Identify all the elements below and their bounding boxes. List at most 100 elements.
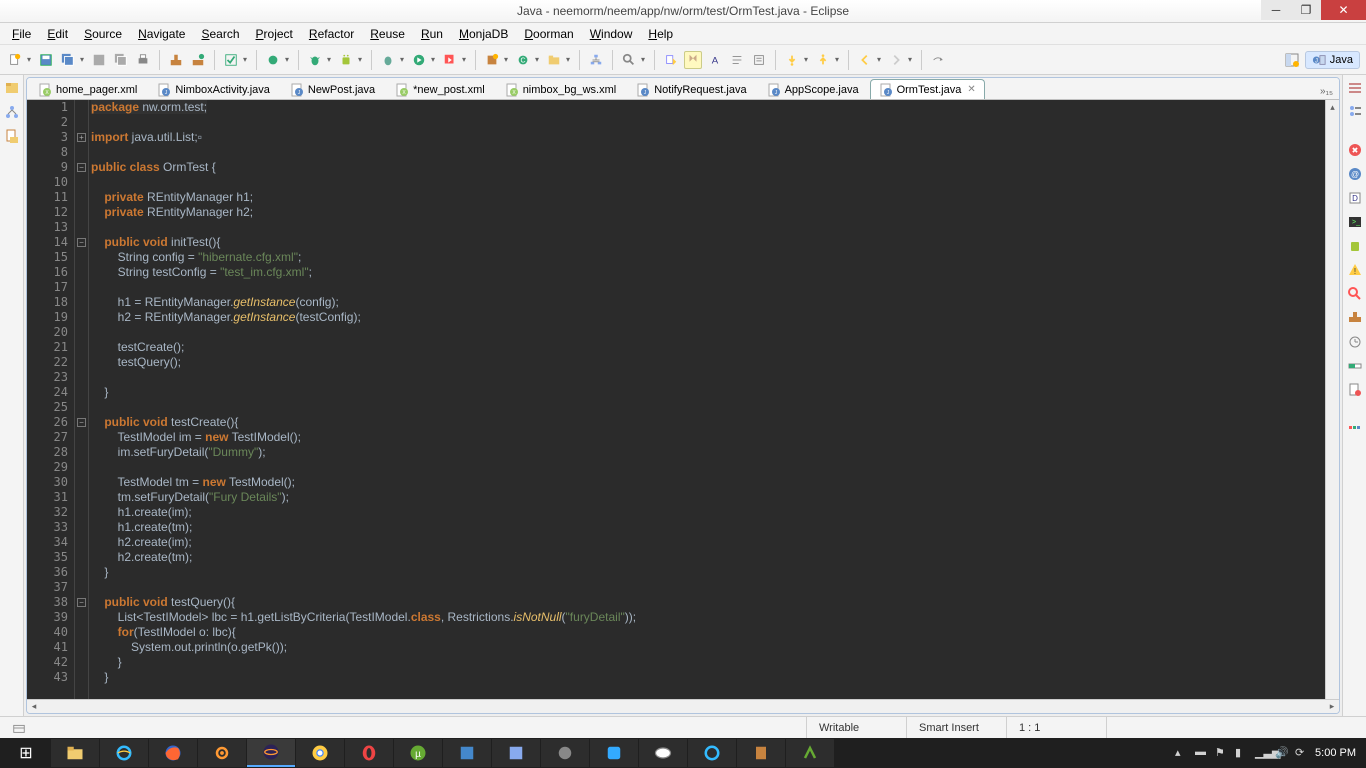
dropdown-icon[interactable]: ▾ [78,51,86,69]
task-app5[interactable] [639,739,687,767]
task-settings[interactable] [198,739,246,767]
a-icon[interactable]: A [706,51,724,69]
new-package-icon[interactable] [483,51,501,69]
dropdown-icon[interactable]: ▾ [564,51,572,69]
paragraph-block-icon[interactable] [750,51,768,69]
editor-tab[interactable]: JAppScope.java [758,79,868,99]
menu-doorman[interactable]: Doorman [516,25,581,43]
dropdown-icon[interactable]: ▾ [325,51,333,69]
save-icon[interactable] [37,51,55,69]
next-annotation-icon[interactable] [783,51,801,69]
menu-help[interactable]: Help [640,25,681,43]
file-explorer-icon[interactable] [3,127,21,145]
task-app2[interactable] [492,739,540,767]
editor-tab[interactable]: JNimboxActivity.java [148,79,279,99]
save-all-icon[interactable] [59,51,77,69]
fold-toggle-icon[interactable]: + [77,133,86,142]
task-list-icon[interactable] [1346,79,1364,97]
new-connection-icon[interactable] [264,51,282,69]
menu-source[interactable]: Source [76,25,130,43]
editor-tab[interactable]: JOrmTest.java✕ [870,79,985,99]
declaration-icon[interactable]: D [1346,189,1364,207]
tab-overflow-indicator[interactable]: »₁₅ [1314,84,1339,99]
hierarchy-icon[interactable] [3,103,21,121]
task-opera[interactable] [345,739,393,767]
dropdown-icon[interactable]: ▾ [398,51,406,69]
dropdown-icon[interactable]: ▾ [356,51,364,69]
palette-icon[interactable] [1346,419,1364,437]
menu-refactor[interactable]: Refactor [301,25,362,43]
dropdown-icon[interactable]: ▾ [875,51,883,69]
debug-run-icon[interactable] [379,51,397,69]
last-edit-icon[interactable] [929,51,947,69]
fold-toggle-icon[interactable]: − [77,598,86,607]
search-view-icon[interactable] [1346,285,1364,303]
show-views-button[interactable] [0,717,38,738]
dropdown-icon[interactable]: ▾ [25,51,33,69]
restore-button[interactable]: ❐ [1291,0,1321,20]
menu-window[interactable]: Window [582,25,641,43]
menu-run[interactable]: Run [413,25,451,43]
menu-navigate[interactable]: Navigate [130,25,193,43]
fold-toggle-icon[interactable]: − [77,163,86,172]
close-button[interactable]: ✕ [1321,0,1366,20]
menu-file[interactable]: File [4,25,39,43]
tray-wifi-icon[interactable]: ▮ [1235,746,1249,760]
search-icon[interactable] [620,51,638,69]
dropdown-icon[interactable]: ▾ [241,51,249,69]
package-explorer-icon[interactable] [3,79,21,97]
debug-icon[interactable] [306,51,324,69]
task-explorer[interactable] [51,739,99,767]
problems-icon[interactable]: ✖ [1346,141,1364,159]
task-eclipse[interactable] [247,739,295,767]
tray-clock[interactable]: 5:00 PM [1315,747,1356,759]
history-icon[interactable] [662,51,680,69]
build-icon[interactable] [167,51,185,69]
javadoc-icon[interactable]: @ [1346,165,1364,183]
perspective-java[interactable]: J Java [1305,51,1360,69]
start-button[interactable]: ⊞ [2,739,50,767]
external-tools-icon[interactable] [441,51,459,69]
task-ie2[interactable] [688,739,736,767]
editor-tab[interactable]: Xnimbox_bg_ws.xml [496,79,626,99]
progress-icon[interactable] [1346,357,1364,375]
menu-edit[interactable]: Edit [39,25,76,43]
menu-search[interactable]: Search [193,25,247,43]
save-disk-all-icon[interactable] [112,51,130,69]
tray-battery-icon[interactable]: ▬ [1195,746,1209,760]
tray-signal-icon[interactable]: ▁▃▅ [1255,746,1269,760]
save-disk-icon[interactable] [90,51,108,69]
menu-reuse[interactable]: Reuse [362,25,413,43]
dropdown-icon[interactable]: ▾ [429,51,437,69]
task-app7[interactable] [786,739,834,767]
prev-annotation-icon[interactable] [814,51,832,69]
logcat-icon[interactable] [1346,237,1364,255]
code-text[interactable]: package nw.orm.test; import java.util.Li… [89,100,1325,699]
menu-monjadb[interactable]: MonjaDB [451,25,516,43]
tree-icon[interactable] [587,51,605,69]
lint-icon[interactable]: ! [1346,261,1364,279]
paragraph-icon[interactable] [728,51,746,69]
history-view-icon[interactable] [1346,333,1364,351]
open-perspective-button[interactable] [1283,51,1301,69]
android-icon[interactable] [337,51,355,69]
new-icon[interactable] [6,51,24,69]
forward-icon[interactable] [887,51,905,69]
scroll-left-icon[interactable]: ◂ [27,701,41,712]
fold-toggle-icon[interactable]: − [77,238,86,247]
task-app1[interactable] [443,739,491,767]
overview-ruler[interactable]: ▴ [1325,100,1339,699]
dropdown-icon[interactable]: ▾ [802,51,810,69]
task-utorrent[interactable]: µ [394,739,442,767]
close-tab-icon[interactable]: ✕ [967,84,975,95]
dropdown-icon[interactable]: ▾ [533,51,541,69]
error-log-icon[interactable] [1346,381,1364,399]
scroll-up-icon[interactable]: ▴ [1326,100,1339,114]
back-icon[interactable] [856,51,874,69]
dropdown-icon[interactable]: ▾ [906,51,914,69]
tray-up-icon[interactable]: ▴ [1175,746,1189,760]
new-class-icon[interactable]: C [514,51,532,69]
tray-shield-icon[interactable]: ⚑ [1215,746,1229,760]
editor-tab[interactable]: X*new_post.xml [386,79,494,99]
outline-icon[interactable] [1346,103,1364,121]
